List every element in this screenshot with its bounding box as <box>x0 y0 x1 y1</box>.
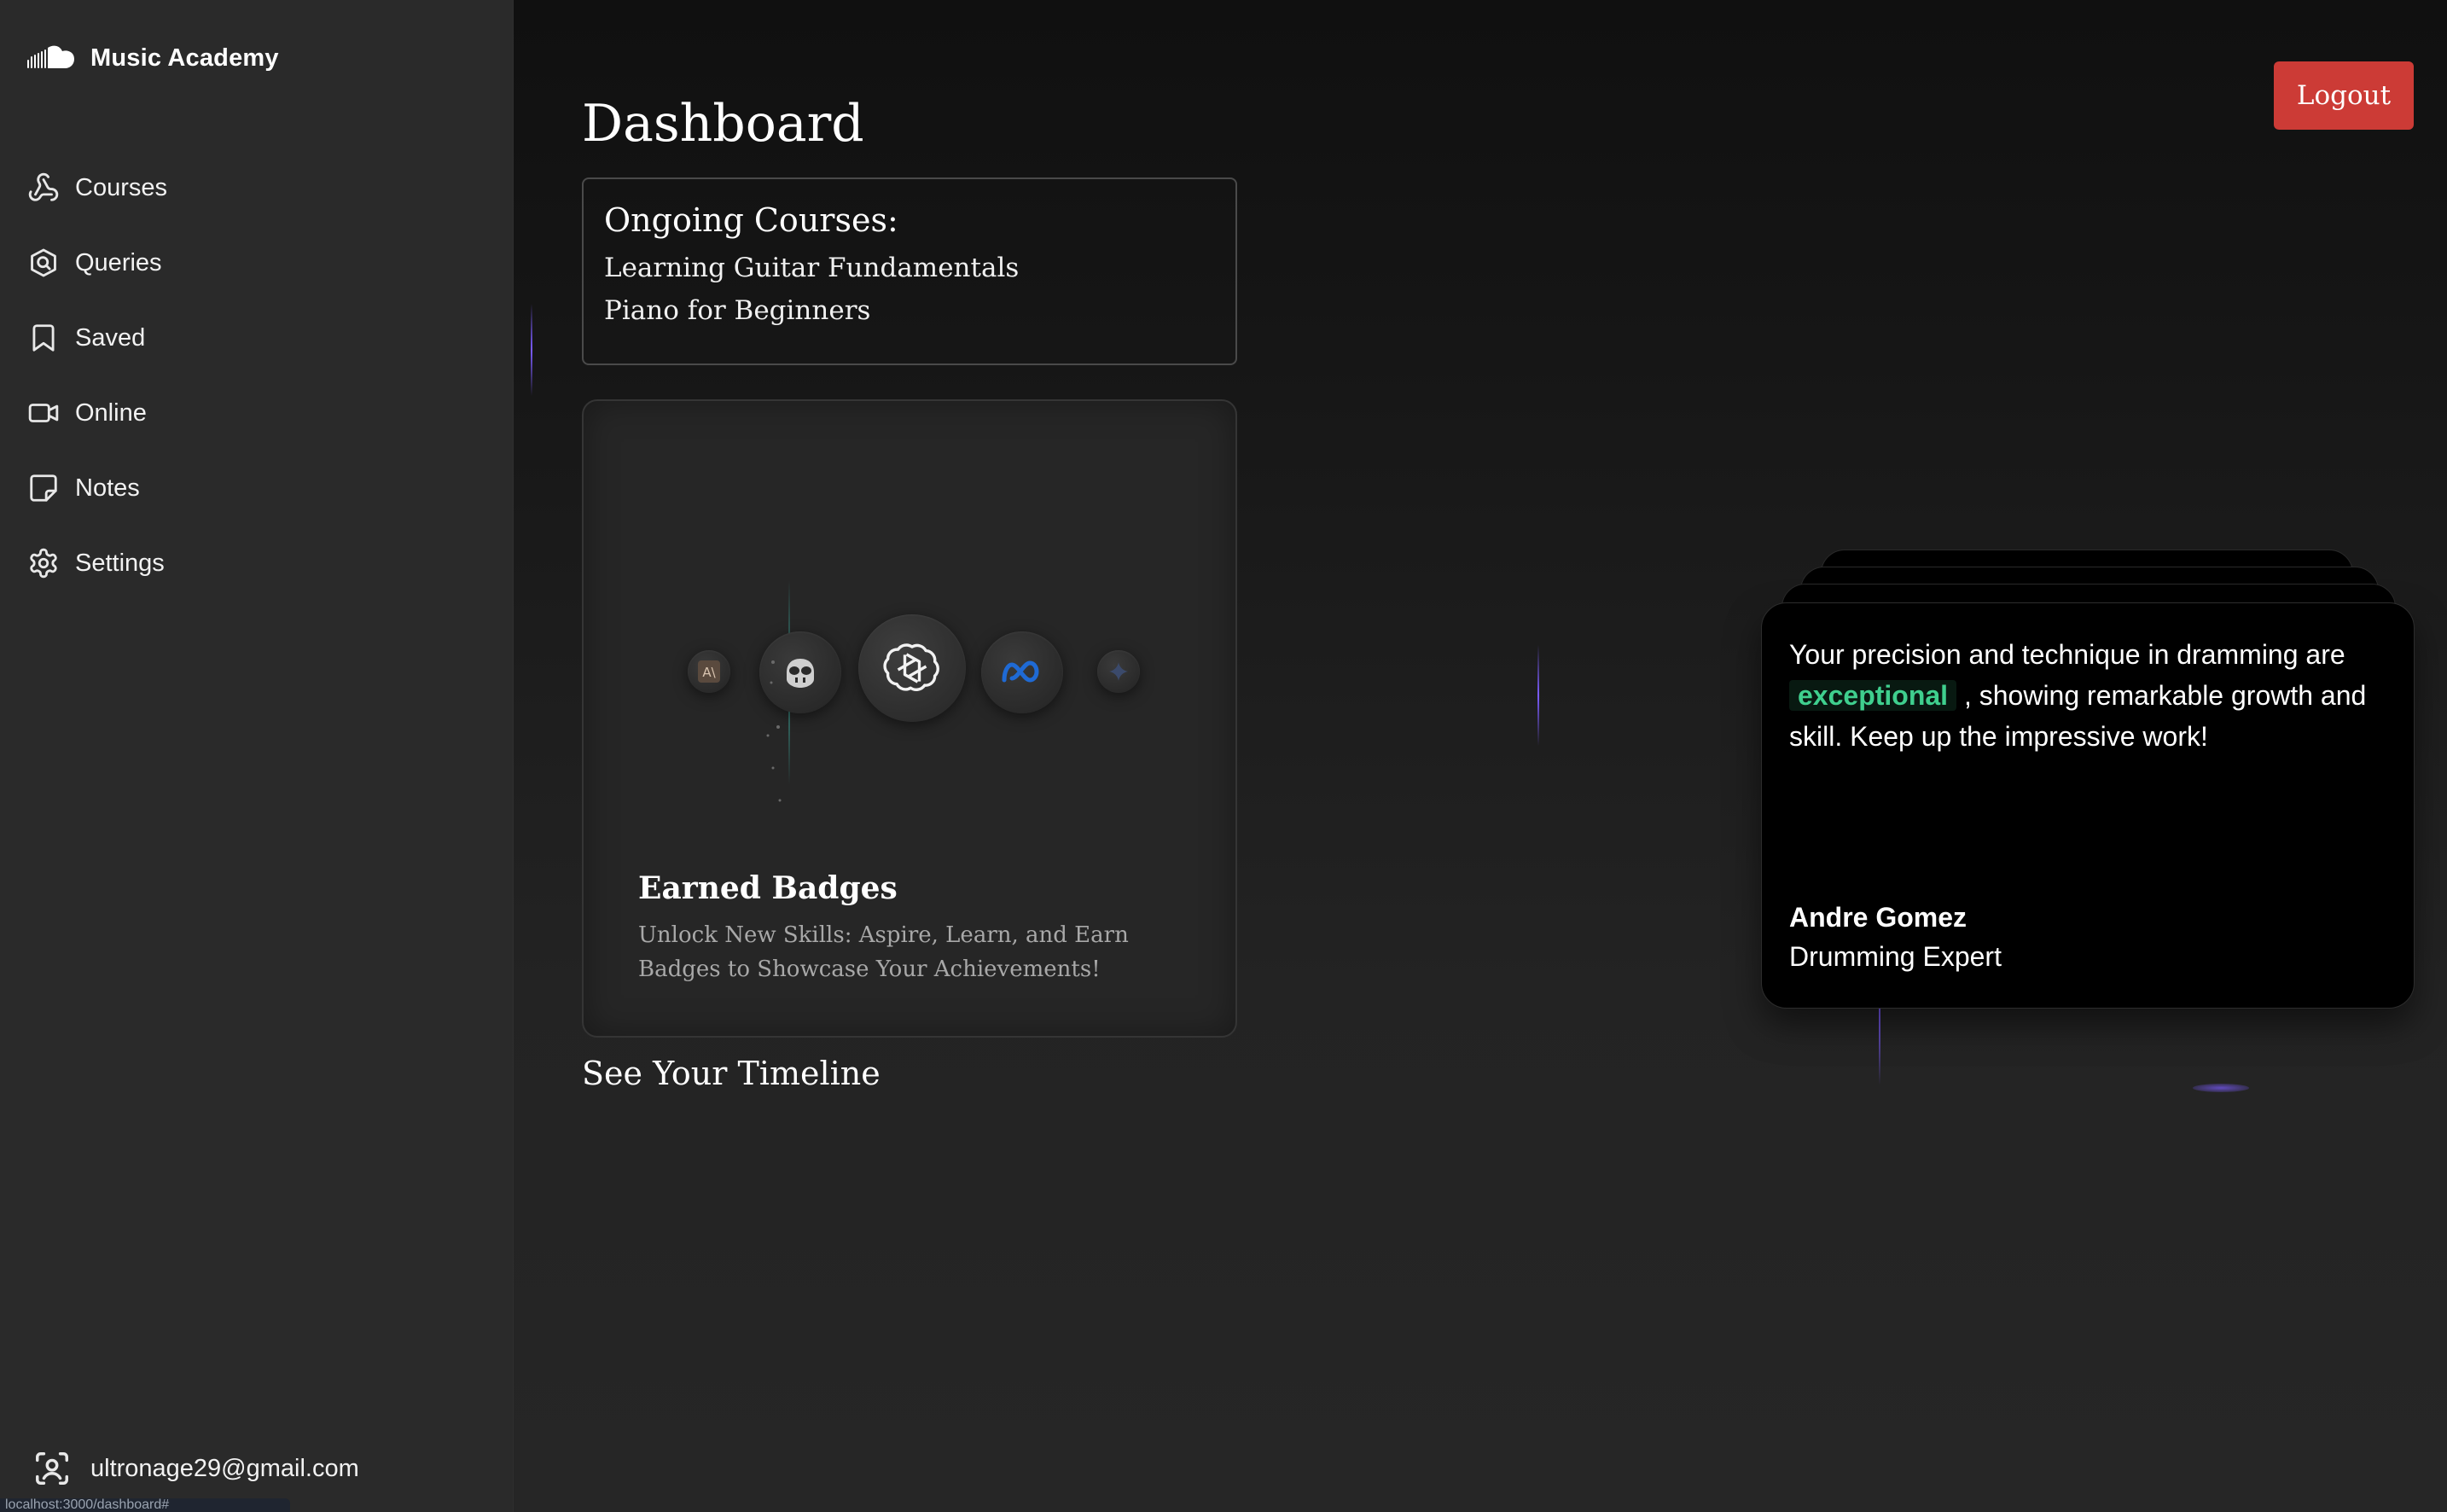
webhook-icon <box>28 172 59 201</box>
sidebar-item-label: Saved <box>75 323 146 352</box>
testimonial-card[interactable]: Your precision and technique in dramming… <box>1761 602 2415 1009</box>
search-circle-icon <box>31 248 56 277</box>
sidebar-item-online[interactable]: Online <box>27 375 488 451</box>
decorative-glow <box>2193 1084 2249 1092</box>
logout-button[interactable]: Logout <box>2274 61 2414 130</box>
testimonial-role: Drumming Expert <box>1789 941 2002 972</box>
course-item[interactable]: Learning Guitar Fundamentals <box>604 253 1215 283</box>
page-title: Dashboard <box>582 94 864 154</box>
soundcloud-icon <box>27 45 74 68</box>
earned-badges-card[interactable]: A\ Earned Badges Unlock New Skills: Aspi… <box>582 399 1237 1038</box>
sticky-note-icon <box>30 474 57 502</box>
sidebar-item-notes[interactable]: Notes <box>27 451 488 526</box>
testimonial-quote: Your precision and technique in dramming… <box>1789 634 2386 757</box>
scan-face-icon <box>36 1452 68 1485</box>
decorative-beam <box>531 304 532 396</box>
user-profile[interactable]: ultronage29@gmail.com <box>32 1447 359 1490</box>
sidebar-item-label: Settings <box>75 549 165 577</box>
openai-icon <box>858 614 966 722</box>
sidebar-item-label: Notes <box>75 474 140 502</box>
course-item[interactable]: Piano for Beginners <box>604 295 1215 326</box>
sidebar-nav: Courses Queries Saved Online Notes Setti… <box>27 150 488 601</box>
decorative-beam <box>1879 1009 1880 1085</box>
badge-icons-row: A\ <box>584 580 1239 802</box>
app-title: Music Academy <box>90 44 279 72</box>
quote-highlight: exceptional <box>1789 680 1957 711</box>
timeline-link[interactable]: See Your Timeline <box>582 1055 881 1092</box>
gear-icon <box>30 548 57 579</box>
gemini-sparkle-icon <box>1097 650 1140 693</box>
main-content: Dashboard Logout Ongoing Courses: Learni… <box>514 0 2447 1512</box>
sidebar-item-queries[interactable]: Queries <box>27 225 488 300</box>
sidebar-item-settings[interactable]: Settings <box>27 526 488 601</box>
bookmark-icon <box>32 324 55 352</box>
sidebar-item-label: Online <box>75 398 147 427</box>
user-email: ultronage29@gmail.com <box>90 1454 359 1482</box>
badges-text: Earned Badges Unlock New Skills: Aspire,… <box>638 870 1201 986</box>
testimonial-author: Andre Gomez <box>1789 902 1967 933</box>
sidebar-item-saved[interactable]: Saved <box>27 300 488 375</box>
sidebar-item-courses[interactable]: Courses <box>27 150 488 225</box>
sparkle-dots <box>766 660 782 802</box>
sidebar-item-label: Courses <box>75 173 167 201</box>
sidebar: Music Academy Courses Queries Saved Onli… <box>0 0 514 1512</box>
ongoing-courses-heading: Ongoing Courses: <box>604 201 898 239</box>
video-icon <box>28 404 59 422</box>
sidebar-item-label: Queries <box>75 248 162 276</box>
brand[interactable]: Music Academy <box>27 39 279 77</box>
decorative-beam <box>1537 645 1539 746</box>
badges-title: Earned Badges <box>638 870 898 906</box>
status-url: localhost:3000/dashboard# <box>0 1498 290 1512</box>
meta-icon <box>981 631 1063 713</box>
ongoing-courses-card: Ongoing Courses: Learning Guitar Fundame… <box>582 177 1237 365</box>
badges-description: Unlock New Skills: Aspire, Learn, and Ea… <box>638 922 1129 982</box>
app-root: Music Academy Courses Queries Saved Onli… <box>0 0 2447 1512</box>
quote-text: Your precision and technique in dramming… <box>1789 639 2345 670</box>
